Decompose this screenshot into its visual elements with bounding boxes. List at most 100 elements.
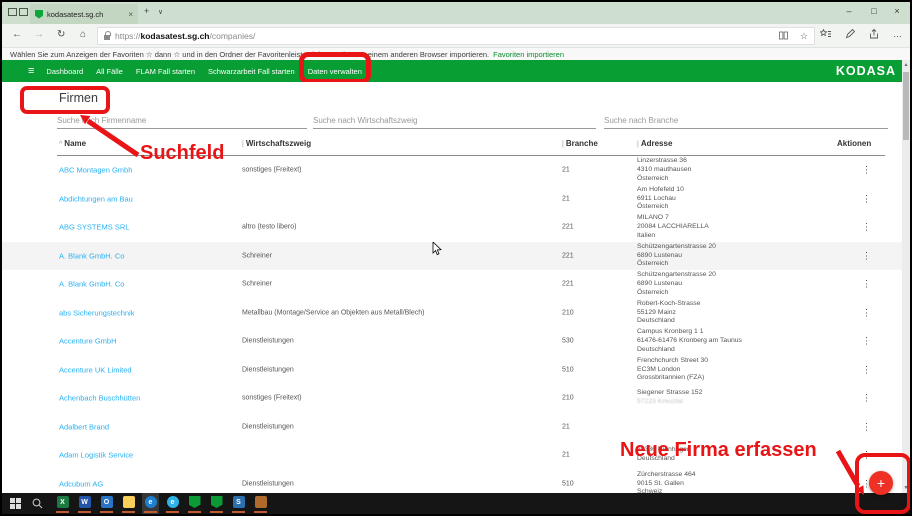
branche-value: 21 — [562, 195, 570, 202]
nav-item-flam-fall-starten[interactable]: FLAM Fall starten — [136, 67, 195, 76]
tab-list-chevron-icon[interactable]: ∨ — [158, 8, 163, 16]
address-value: Schützengartenstrasse 206890 LustenauÖst… — [637, 271, 716, 297]
branche-value: 221 — [562, 281, 574, 288]
taskbar-shield-app-icon-2[interactable] — [208, 493, 225, 514]
search-input-firmenname[interactable]: Suche nach Firmenname — [57, 110, 307, 129]
row-actions-menu-icon[interactable]: ⋮ — [862, 165, 871, 176]
branche-value: 510 — [562, 366, 574, 373]
table-row[interactable]: A. Blank GmbH. CoSchreiner221Schützengar… — [2, 242, 910, 271]
row-actions-menu-icon[interactable]: ⋮ — [862, 393, 871, 404]
taskbar-edge-icon[interactable]: e — [142, 493, 159, 514]
window-minimize-button[interactable]: – — [838, 6, 860, 16]
row-actions-menu-icon[interactable]: ⋮ — [862, 450, 871, 461]
row-actions-menu-icon[interactable]: ⋮ — [862, 307, 871, 318]
row-actions-menu-icon[interactable]: ⋮ — [862, 421, 871, 432]
page-scrollbar[interactable]: ▲ ▼ — [902, 60, 910, 493]
taskbar-outlook-icon[interactable]: O — [98, 493, 115, 514]
taskbar-excel-icon[interactable]: X — [54, 493, 71, 514]
column-header-branche[interactable]: |Branche — [562, 139, 598, 148]
taskbar-running-indicator — [254, 511, 267, 513]
company-link[interactable]: Accenture UK Limited — [59, 365, 132, 374]
company-link[interactable]: A. Blank GmbH. Co — [59, 251, 124, 260]
refresh-icon[interactable]: ↻ — [57, 29, 65, 40]
wirtschaftszweig-value: Dienstleistungen — [242, 338, 294, 345]
company-link[interactable]: Abdichtungen am Bau — [59, 194, 133, 203]
start-button-icon[interactable] — [10, 498, 21, 509]
wirtschaftszweig-value: Dienstleistungen — [242, 366, 294, 373]
forward-icon[interactable]: → — [34, 29, 44, 40]
address-value: Schützengartenstrasse 206890 LustenauÖst… — [637, 243, 716, 269]
taskbar-blue-app-icon[interactable]: S — [230, 493, 247, 514]
company-link[interactable]: Adcubum AG — [59, 479, 103, 488]
table-row[interactable]: Accenture GmbHDienstleistungen530Campus … — [2, 327, 910, 356]
annotate-pen-icon[interactable] — [845, 29, 855, 39]
taskbar-shield-app-icon[interactable] — [186, 493, 203, 514]
nav-item-daten-verwalten[interactable]: Daten verwalten — [308, 67, 362, 76]
favorites-hub-icon[interactable] — [820, 29, 831, 39]
column-header-adresse[interactable]: |Adresse — [637, 139, 672, 148]
search-input-wirtschaftszweig[interactable]: Suche nach Wirtschaftszweig — [313, 110, 596, 129]
company-link[interactable]: ABG SYSTEMS SRL — [59, 223, 129, 232]
favorite-star-icon[interactable]: ☆ — [800, 31, 808, 42]
table-row[interactable]: Adalbert BrandDienstleistungen21⋮ — [2, 413, 910, 442]
column-header-name[interactable]: ^Name — [59, 139, 86, 148]
windows-taskbar: XWOee S — [2, 493, 910, 514]
table-row[interactable]: Achenbach Buschhüttensonstiges (Freitext… — [2, 384, 910, 413]
taskbar-word-icon[interactable]: W — [76, 493, 93, 514]
table-row[interactable]: abs SicherungstechnikMetallbau (Montage/… — [2, 299, 910, 328]
window-close-button[interactable]: × — [886, 6, 908, 16]
company-link[interactable]: Achenbach Buschhütten — [59, 394, 140, 403]
back-icon[interactable]: ← — [12, 29, 22, 40]
add-company-fab[interactable]: + — [869, 471, 893, 495]
window-maximize-button[interactable]: □ — [863, 6, 885, 16]
company-link[interactable]: Adalbert Brand — [59, 422, 109, 431]
url-input[interactable]: https://kodasatest.sg.ch/companies/ ☆ — [97, 27, 815, 45]
search-input-branche[interactable]: Suche nach Branche — [604, 110, 888, 129]
table-row[interactable]: Accenture UK LimitedDienstleistungen510F… — [2, 356, 910, 385]
taskbar-file-explorer-icon[interactable] — [120, 493, 137, 514]
table-row[interactable]: Adam Logistik Service2129336 NienhagenDe… — [2, 441, 910, 470]
more-menu-icon[interactable]: … — [893, 29, 902, 39]
taskbar-misc-app-icon[interactable] — [252, 493, 269, 514]
scrollbar-thumb[interactable] — [903, 72, 909, 140]
company-table: ABC Montagen Gmbhsonstiges (Freitext)21L… — [2, 156, 910, 493]
nav-item-all-f-lle[interactable]: All Fälle — [96, 67, 123, 76]
new-tab-button[interactable]: + — [144, 6, 149, 16]
taskbar-running-indicator — [144, 511, 157, 513]
page-content: Firmen Suche nach Firmenname Suche nach … — [2, 82, 910, 493]
table-row[interactable]: Abdichtungen am Bau21Am Hofefeld 106911 … — [2, 185, 910, 214]
table-row[interactable]: ABG SYSTEMS SRLaltro (testo libero)221MI… — [2, 213, 910, 242]
browser-titlebar: kodasatest.sg.ch × + ∨ – □ × — [2, 2, 910, 24]
company-link[interactable]: Accenture GmbH — [59, 337, 117, 346]
nav-items: Dashboard All Fälle FLAM Fall starten Schwa… — [46, 67, 361, 76]
company-link[interactable]: A. Blank GmbH. Co — [59, 280, 124, 289]
table-row[interactable]: A. Blank GmbH. Co Schreiner 221 Schützengar… — [2, 270, 910, 299]
tab-close-icon[interactable]: × — [128, 10, 133, 19]
browser-tab[interactable]: kodasatest.sg.ch × — [30, 4, 138, 24]
company-link[interactable]: ABC Montagen Gmbh — [59, 166, 132, 175]
hamburger-menu-icon[interactable]: ≡ — [28, 65, 34, 77]
home-icon[interactable]: ⌂ — [80, 29, 86, 40]
set-aside-tabs-icon[interactable] — [8, 8, 17, 16]
scroll-up-icon[interactable]: ▲ — [902, 62, 910, 68]
row-actions-menu-icon[interactable]: ⋮ — [862, 222, 871, 233]
row-actions-menu-icon[interactable]: ⋮ — [862, 364, 871, 375]
import-favorites-link[interactable]: Favoriten importieren — [493, 50, 564, 59]
scroll-down-icon[interactable]: ▼ — [902, 485, 910, 491]
nav-item-dashboard[interactable]: Dashboard — [46, 67, 83, 76]
tab-preview-icon[interactable] — [19, 8, 28, 16]
row-actions-menu-icon[interactable]: ⋮ — [862, 279, 871, 290]
reading-view-icon[interactable] — [779, 31, 788, 40]
wirtschaftszweig-value: Schreiner — [242, 281, 272, 288]
column-header-wirtschaftszweig[interactable]: |Wirtschaftszweig — [242, 139, 311, 148]
nav-item-schwarzarbeit-fall-starten[interactable]: Schwarzarbeit Fall starten — [208, 67, 295, 76]
row-actions-menu-icon[interactable]: ⋮ — [862, 250, 871, 261]
taskbar-internet-explorer-icon[interactable]: e — [164, 493, 181, 514]
taskbar-search-icon[interactable] — [32, 498, 43, 509]
row-actions-menu-icon[interactable]: ⋮ — [862, 193, 871, 204]
company-link[interactable]: Adam Logistik Service — [59, 451, 133, 460]
share-icon[interactable] — [869, 29, 879, 39]
row-actions-menu-icon[interactable]: ⋮ — [862, 336, 871, 347]
company-link[interactable]: abs Sicherungstechnik — [59, 308, 134, 317]
table-row[interactable]: ABC Montagen Gmbhsonstiges (Freitext)21L… — [2, 156, 910, 185]
